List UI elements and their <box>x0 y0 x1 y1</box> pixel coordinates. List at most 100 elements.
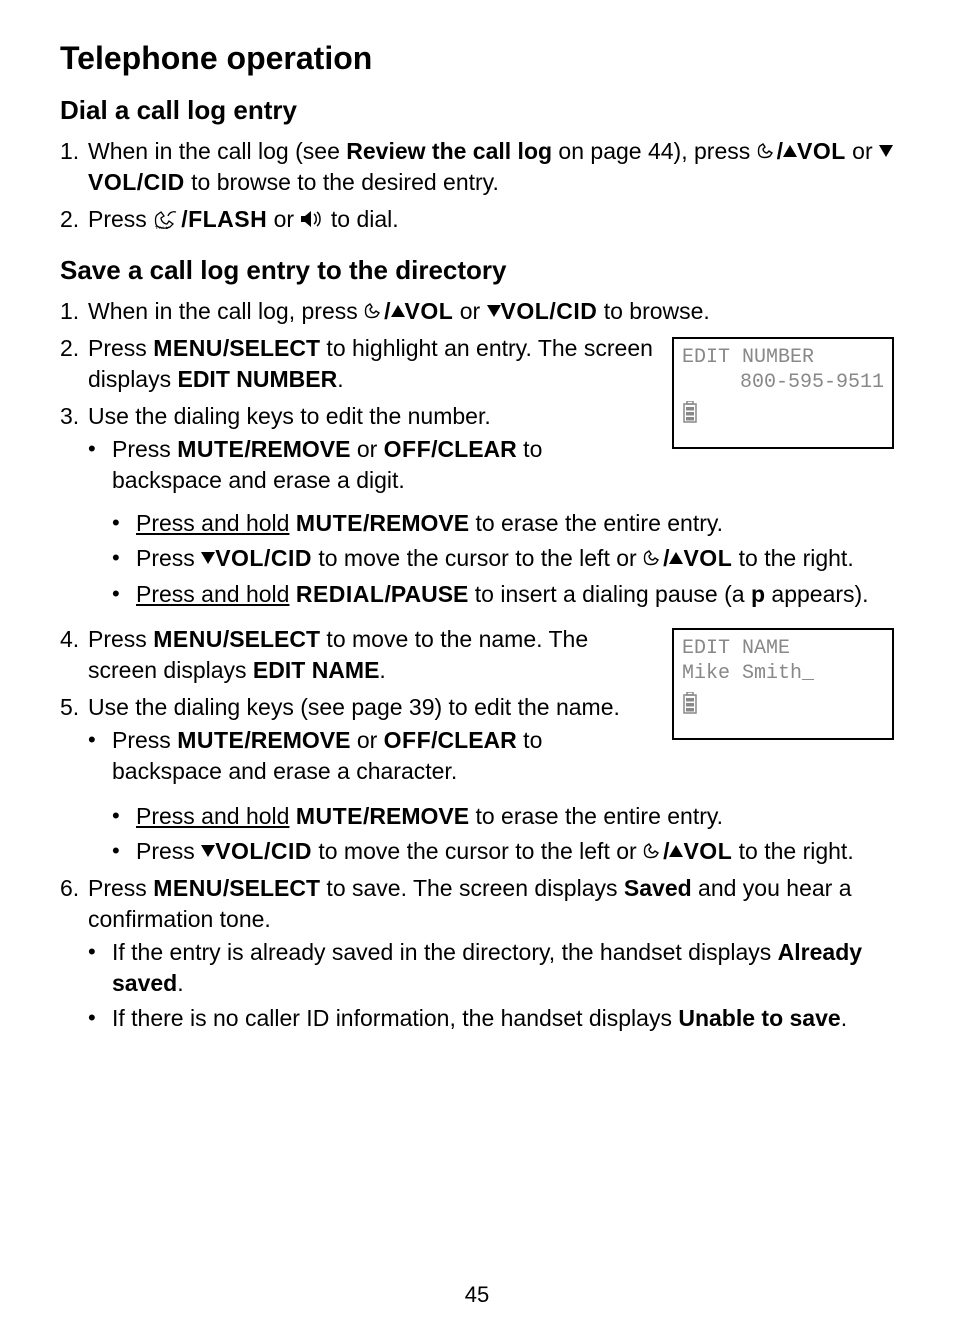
text: Press and hold MUTE/REMOVE to erase the … <box>136 801 894 832</box>
list-item: • Press VOL/CID to move the cursor to th… <box>112 543 894 574</box>
text: . <box>177 970 183 996</box>
lcd-line: EDIT NAME <box>682 636 884 661</box>
step-number: 2. <box>60 333 88 395</box>
text: Press MUTE/REMOVE or OFF/CLEAR to backsp… <box>112 725 654 787</box>
text-key: /REMOVE <box>244 436 350 462</box>
heading-dial: Dial a call log entry <box>60 95 894 126</box>
text: If the entry is already saved in the dir… <box>112 939 778 965</box>
battery-icon <box>682 692 698 714</box>
text: Press <box>88 626 153 652</box>
text-key: /CLEAR <box>431 436 517 462</box>
list-item: • Press VOL/CID to move the cursor to th… <box>112 836 894 867</box>
list-item: • If the entry is already saved in the d… <box>88 937 894 999</box>
text: Press <box>136 545 201 571</box>
step-body: Press TALK/FLASH or to dial. <box>88 204 894 235</box>
text-bold: EDIT NAME <box>253 657 380 683</box>
text-key: /REMOVE <box>363 510 469 536</box>
text: If there is no caller ID information, th… <box>112 1005 678 1031</box>
text-key: /REMOVE <box>363 803 469 829</box>
text-key: MUTE <box>296 803 363 829</box>
text-key: /SELECT <box>223 335 320 361</box>
section-save-call-log: Save a call log entry to the directory 1… <box>60 255 894 1038</box>
lcd-edit-name: EDIT NAME Mike Smith_ <box>672 628 894 740</box>
step-number: 5. <box>60 692 88 723</box>
text-key: MUTE <box>177 727 244 753</box>
talk-icon: TALK <box>153 209 181 229</box>
text-key: REDIAL <box>296 581 385 607</box>
text: to the right. <box>732 838 853 864</box>
step-number: 1. <box>60 136 88 167</box>
text: Press VOL/CID to move the cursor to the … <box>136 836 894 867</box>
list-item: • Press and hold MUTE/REMOVE to erase th… <box>112 508 894 539</box>
text: to erase the entire entry. <box>469 510 723 536</box>
text: Use the dialing keys to edit the number. <box>88 403 491 429</box>
text: Press <box>136 838 201 864</box>
text: . <box>379 657 385 683</box>
text-key: VOL/CID <box>88 169 185 195</box>
text-key: VOL <box>797 138 846 164</box>
handset-icon <box>643 843 663 859</box>
text: or <box>267 206 300 232</box>
list-item: • If there is no caller ID information, … <box>88 1003 894 1034</box>
text: to erase the entire entry. <box>469 803 723 829</box>
text-key: OFF <box>384 436 432 462</box>
text: When in the call log, press <box>88 298 364 324</box>
text-bold: Saved <box>624 875 692 901</box>
up-triangle-icon <box>783 145 797 157</box>
battery-icon <box>682 401 698 423</box>
text: to dial. <box>324 206 398 232</box>
text-key: /SELECT <box>223 626 320 652</box>
lcd-line: 800-595-9511 <box>682 370 884 395</box>
text-bold: EDIT NUMBER <box>177 366 337 392</box>
text-bold: Unable to save <box>678 1005 840 1031</box>
text: When in the call log (see <box>88 138 346 164</box>
text: to save. The screen displays <box>320 875 624 901</box>
text: . <box>337 366 343 392</box>
text: Press <box>112 436 177 462</box>
step-body: Press MENU/SELECT to move to the name. T… <box>88 624 654 686</box>
step-body: Use the dialing keys to edit the number.… <box>88 401 654 500</box>
text: to move the cursor to the left or <box>312 545 643 571</box>
text-key: MENU <box>153 626 223 652</box>
handset-icon <box>364 303 384 319</box>
bullet-icon: • <box>88 725 112 755</box>
step-body: Press MENU/SELECT to save. The screen di… <box>88 873 894 1038</box>
bullet-icon: • <box>88 434 112 464</box>
text-underline: Press and hold <box>136 581 289 607</box>
text: or <box>350 436 383 462</box>
text-key: MUTE <box>296 510 363 536</box>
down-triangle-icon <box>879 145 893 157</box>
text-bold: p <box>751 581 765 607</box>
sublist: • If the entry is already saved in the d… <box>88 937 894 1034</box>
bullet-icon: • <box>112 508 136 538</box>
text-key: /PAUSE <box>384 581 468 607</box>
text: Press <box>88 875 153 901</box>
text-key: MENU <box>153 875 223 901</box>
text: appears). <box>765 581 869 607</box>
text: on page 44), press <box>552 138 757 164</box>
list-item: 1. When in the call log, press /VOL or V… <box>60 296 894 327</box>
text: Press VOL/CID to move the cursor to the … <box>136 543 894 574</box>
text-bold: Review the call log <box>346 138 552 164</box>
bullet-icon: • <box>88 937 112 967</box>
text: to insert a dialing pause (a <box>468 581 751 607</box>
step-number: 6. <box>60 873 88 904</box>
bullet-icon: • <box>112 579 136 609</box>
lcd-line: EDIT NUMBER <box>682 345 884 370</box>
text: or <box>350 727 383 753</box>
text-key: VOL <box>683 545 732 571</box>
text-underline: Press and hold <box>136 510 289 536</box>
list-item: • Press and hold MUTE/REMOVE to erase th… <box>112 801 894 832</box>
sublist: • Press and hold MUTE/REMOVE to erase th… <box>112 508 894 609</box>
text: If the entry is already saved in the dir… <box>112 937 894 999</box>
text: or <box>453 298 486 324</box>
text: Use the dialing keys (see page 39) to ed… <box>88 694 620 720</box>
text-key: /FLASH <box>181 206 267 232</box>
down-triangle-icon <box>487 305 501 317</box>
up-triangle-icon <box>391 305 405 317</box>
sublist: • Press and hold MUTE/REMOVE to erase th… <box>112 801 894 867</box>
step-number: 1. <box>60 296 88 327</box>
svg-text:TALK: TALK <box>155 227 170 229</box>
list-item: 4. Press MENU/SELECT to move to the name… <box>60 624 654 686</box>
step-body: When in the call log, press /VOL or VOL/… <box>88 296 894 327</box>
